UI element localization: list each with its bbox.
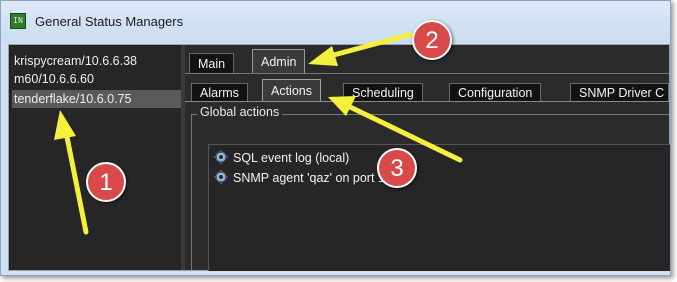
tab-actions[interactable]: Actions [262, 79, 321, 101]
app-window: IN General Status Managers krispycream/1… [0, 0, 671, 276]
callout-badge-3: 3 [377, 148, 417, 188]
gear-icon [214, 150, 228, 164]
host-item-krispycream[interactable]: krispycream/10.6.6.38 [12, 52, 184, 70]
client-area: krispycream/10.6.6.38 m60/10.6.6.60 tend… [8, 44, 670, 271]
host-list: krispycream/10.6.6.38 m60/10.6.6.60 tend… [10, 46, 184, 269]
callout-badge-1: 1 [86, 162, 126, 202]
tab-configuration[interactable]: Configuration [449, 83, 542, 101]
app-logo-icon: IN [10, 13, 26, 29]
tab-main[interactable]: Main [189, 53, 235, 73]
global-actions-list: SQL event log (local) SNMP agent 'qaz' o… [208, 144, 670, 271]
group-border-left [191, 114, 192, 270]
host-item-tenderflake[interactable]: tenderflake/10.6.0.75 [12, 90, 184, 108]
manager-pane: Main Admin Alarms Actions Scheduling Con… [185, 45, 670, 271]
action-label: SQL event log (local) [233, 151, 350, 165]
tab-alarms[interactable]: Alarms [191, 83, 248, 101]
tab-scheduling[interactable]: Scheduling [343, 83, 423, 101]
tab-snmp-driver[interactable]: SNMP Driver C [570, 83, 669, 101]
action-label: SNMP agent 'qaz' on port 1 [233, 171, 385, 185]
callout-badge-2: 2 [412, 20, 452, 60]
host-item-m60[interactable]: m60/10.6.6.60 [12, 70, 184, 88]
title-bar[interactable]: IN General Status Managers [1, 1, 670, 43]
global-actions-label: Global actions [197, 105, 283, 119]
list-item[interactable]: SNMP agent 'qaz' on port 1 [214, 169, 385, 187]
window-title: General Status Managers [35, 14, 184, 29]
tab-admin[interactable]: Admin [252, 49, 306, 73]
gear-icon [214, 170, 228, 184]
admin-sub-tab-bar: Alarms Actions Scheduling Configuration … [185, 79, 669, 102]
list-item[interactable]: SQL event log (local) [214, 149, 349, 167]
